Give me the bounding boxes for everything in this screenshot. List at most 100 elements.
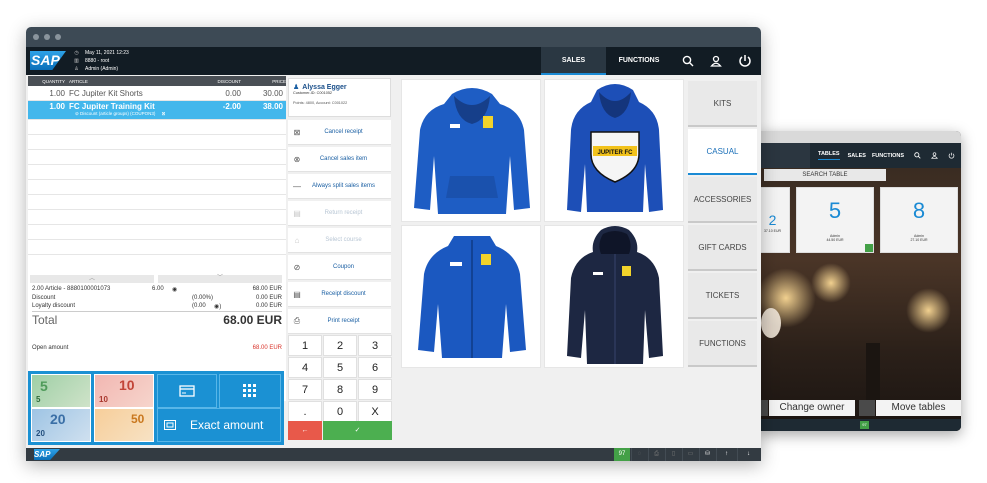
tables-window-footer: 97 <box>756 419 961 431</box>
print-receipt-button[interactable]: ⎙ Print receipt <box>288 309 391 334</box>
row-quantity: 1.00 <box>49 102 65 111</box>
tables-window-titlebar <box>756 131 961 143</box>
cancel-receipt-button[interactable]: ⊠ Cancel receipt <box>288 120 391 145</box>
receipt-discount-button[interactable]: ▤ Receipt discount <box>288 282 391 307</box>
status-bar: SAP 97 ◌ ⎙ ▯ ▭ ⛁ ↑ ↓ <box>26 448 761 461</box>
table-card[interactable]: 5 Admin 44.50 EUR <box>796 187 874 253</box>
discount-value: 0.00 EUR <box>255 295 282 301</box>
empty-row <box>28 240 286 255</box>
key-7[interactable]: 7 <box>288 379 322 400</box>
user-icon[interactable] <box>930 152 938 160</box>
discount-pct: (0.00%) <box>192 295 214 301</box>
product-grid: JUPITER FC <box>399 79 684 373</box>
coupon-icon: ⊘ <box>293 262 301 272</box>
tab-tables[interactable]: TABLES <box>818 151 840 160</box>
scroll-up-button[interactable]: ︿ <box>30 275 154 283</box>
change-owner-button[interactable]: Change owner <box>769 400 855 416</box>
split-sales-items-button[interactable]: — Always split sales items <box>288 174 391 199</box>
minimize-dot[interactable] <box>44 34 50 40</box>
card-payment-button[interactable] <box>157 374 217 408</box>
col-discount: DISCOUNT <box>217 78 242 84</box>
category-kits[interactable]: KITS <box>688 81 757 127</box>
exact-amount-button[interactable]: Exact amount <box>157 408 281 442</box>
table-card[interactable]: 8 Admin 27.10 EUR <box>880 187 958 253</box>
user-icon[interactable] <box>704 47 728 75</box>
empty-row <box>28 210 286 225</box>
bill-10-button[interactable]: 10 10 <box>94 374 154 408</box>
arrow-down-icon[interactable]: ↓ <box>737 448 759 461</box>
key-4[interactable]: 4 <box>288 357 322 378</box>
search-icon[interactable] <box>676 47 700 75</box>
arrow-up-icon[interactable]: ↑ <box>716 448 736 461</box>
key-9[interactable]: 9 <box>358 379 392 400</box>
category-gift-cards[interactable]: GIFT CARDS <box>688 225 757 271</box>
search-icon[interactable] <box>913 152 921 160</box>
tables-window-nav: TABLES SALES FUNCTIONS <box>756 143 961 168</box>
coupon-button[interactable]: ⊘ Coupon <box>288 255 391 280</box>
window-titlebar <box>26 27 761 47</box>
key-8[interactable]: 8 <box>323 379 357 400</box>
backspace-button[interactable]: ← <box>288 421 322 440</box>
product-tile[interactable]: JUPITER FC <box>544 79 684 222</box>
keypad-payment-button[interactable] <box>219 374 281 408</box>
bill-5-button[interactable]: 5 5 <box>31 374 91 408</box>
key-1[interactable]: 1 <box>288 335 322 356</box>
action-label: Receipt discount <box>321 291 366 297</box>
customer-card[interactable]: ♟ Alyssa Egger Customer-ID: C001052 Poin… <box>288 78 391 117</box>
row-discount: 0.00 <box>225 88 241 98</box>
footer-sap-logo: SAP <box>34 449 60 460</box>
open-amount-label: Open amount <box>32 345 69 351</box>
key-x[interactable]: X <box>358 401 392 422</box>
move-tables-button[interactable]: Move tables <box>876 400 961 416</box>
navy-rain-jacket-image <box>567 226 663 364</box>
key-5[interactable]: 5 <box>323 357 357 378</box>
user-small-icon: ♙ <box>74 66 79 72</box>
print-icon: ⎙ <box>293 316 301 325</box>
confirm-button[interactable]: ✓ <box>323 421 392 440</box>
key-decimal[interactable]: . <box>288 401 322 422</box>
row-article: FC Jupiter Training Kit <box>69 102 155 111</box>
close-dot[interactable] <box>33 34 39 40</box>
total-label: Total <box>32 313 58 327</box>
category-tickets[interactable]: TICKETS <box>688 273 757 319</box>
table-card[interactable]: 2 37.10 EUR <box>756 187 790 253</box>
col-price: PRICE <box>272 78 286 84</box>
key-0[interactable]: 0 <box>323 401 357 422</box>
bill-20-button[interactable]: 20 20 <box>31 408 91 442</box>
row-price: 38.00 <box>262 102 283 111</box>
power-icon[interactable] <box>947 152 955 160</box>
power-icon[interactable] <box>733 47 757 75</box>
tab-sales[interactable]: SALES <box>541 47 606 75</box>
key-3[interactable]: 3 <box>358 335 392 356</box>
pos-window: SAP ◷ May 11, 2021 12:23 ▥ 8880 - root ♙ Ad… <box>26 27 761 461</box>
receipt-row[interactable]: 1.00 FC Jupiter Kit Shorts 0.00 30.00 <box>28 86 286 101</box>
cancel-receipt-icon: ⊠ <box>293 127 301 137</box>
empty-row <box>28 120 286 135</box>
receipt-row-selected[interactable]: 1.00 FC Jupiter Training Kit ⊘ Discount … <box>28 101 286 120</box>
tab-functions[interactable]: FUNCTIONS <box>607 47 671 75</box>
key-2[interactable]: 2 <box>323 335 357 356</box>
move-tables-icon <box>859 400 875 416</box>
category-casual[interactable]: CASUAL <box>688 129 757 175</box>
category-functions[interactable]: FUNCTIONS <box>688 321 757 367</box>
product-tile[interactable] <box>401 225 541 368</box>
tab-functions-2[interactable]: FUNCTIONS <box>872 153 904 159</box>
article-line: 2.00 Article - 8880100001073 <box>32 286 111 292</box>
action-label: Always split sales items <box>311 183 376 189</box>
remove-discount-icon[interactable]: ⊠ <box>162 111 166 116</box>
blue-jacket-image <box>418 236 526 358</box>
search-table-field[interactable]: SEARCH TABLE <box>764 169 886 181</box>
bill-50-button[interactable]: 50 <box>94 408 154 442</box>
customer-icon: ♟ <box>293 84 300 91</box>
key-6[interactable]: 6 <box>358 357 392 378</box>
product-tile[interactable] <box>544 225 684 368</box>
loyalty-pct: (0.00 <box>192 303 206 309</box>
tab-sales-2[interactable]: SALES <box>848 153 866 159</box>
printer-status-icon: ⎙ <box>648 448 664 461</box>
category-accessories[interactable]: ACCESSORIES <box>688 177 757 223</box>
cancel-sales-item-button[interactable]: ⊗ Cancel sales item <box>288 147 391 172</box>
product-tile[interactable] <box>401 79 541 222</box>
scroll-down-button[interactable]: ﹀ <box>158 275 282 283</box>
zoom-dot[interactable] <box>55 34 61 40</box>
action-label: Print receipt <box>327 318 360 324</box>
